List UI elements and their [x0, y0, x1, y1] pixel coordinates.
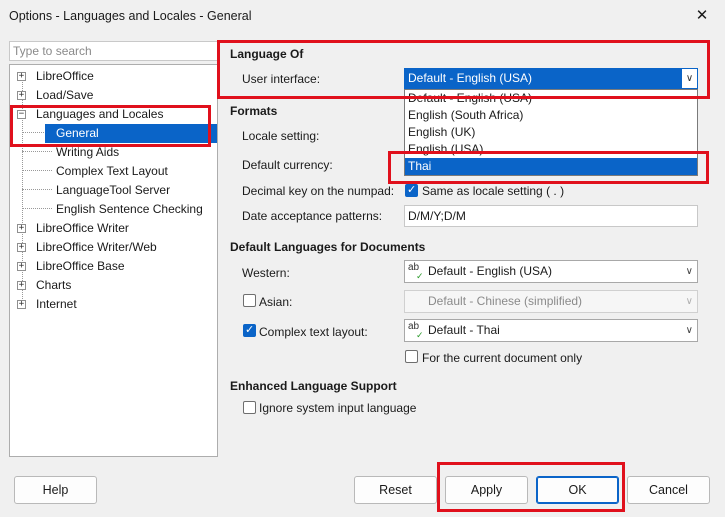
- tree-item-writing-aids[interactable]: Writing Aids: [10, 143, 217, 162]
- help-button[interactable]: Help: [14, 476, 97, 504]
- same-as-locale-checkbox[interactable]: [405, 183, 418, 197]
- tree-item-general[interactable]: General: [10, 124, 217, 143]
- tree-item-label: LibreOffice: [36, 69, 94, 83]
- date-patterns-label: Date acceptance patterns:: [242, 209, 383, 223]
- expand-icon[interactable]: +: [17, 224, 26, 233]
- asian-language-value: Default - Chinese (simplified): [428, 294, 583, 308]
- expand-icon[interactable]: +: [17, 243, 26, 252]
- locale-setting-label: Locale setting:: [242, 129, 320, 143]
- tree-item-label: English Sentence Checking: [56, 202, 203, 216]
- tree-item-english-sentence-checking[interactable]: English Sentence Checking: [10, 200, 217, 219]
- tree-item-languagetool-server[interactable]: LanguageTool Server: [10, 181, 217, 200]
- chevron-down-icon: ∨: [685, 296, 693, 307]
- expand-icon[interactable]: +: [17, 72, 26, 81]
- asian-language-select[interactable]: Default - Chinese (simplified) ∨: [404, 290, 698, 313]
- user-interface-label: User interface:: [242, 72, 321, 86]
- expand-icon[interactable]: +: [17, 262, 26, 271]
- tree-item-libreoffice-writer-web[interactable]: + LibreOffice Writer/Web: [10, 238, 217, 257]
- current-document-checkbox[interactable]: [405, 350, 418, 363]
- expand-icon[interactable]: +: [17, 91, 26, 100]
- western-label: Western:: [242, 266, 290, 280]
- complex-text-layout-label: Complex text layout:: [259, 325, 368, 339]
- tree-item-libreoffice-base[interactable]: + LibreOffice Base: [10, 257, 217, 276]
- current-document-label: For the current document only: [422, 351, 583, 365]
- cancel-button[interactable]: Cancel: [627, 476, 710, 504]
- tree-item-label: LibreOffice Writer/Web: [36, 240, 157, 254]
- chevron-down-icon: ∨: [685, 325, 693, 336]
- tree-item-label: LibreOffice Writer: [36, 221, 129, 235]
- tree-item-label: LibreOffice Base: [36, 259, 125, 273]
- tree-item-internet[interactable]: + Internet: [10, 295, 217, 314]
- asian-checkbox[interactable]: [243, 294, 256, 307]
- ignore-input-language-checkbox[interactable]: [243, 401, 256, 414]
- user-interface-value: Default - English (USA): [408, 71, 533, 85]
- reset-button[interactable]: Reset: [354, 476, 437, 504]
- close-icon: ✕: [695, 7, 709, 24]
- same-as-locale-label: Same as locale setting ( . ): [422, 184, 565, 198]
- title-bar: Options - Languages and Locales - Genera…: [0, 0, 725, 32]
- dropdown-option[interactable]: English (UK): [405, 124, 697, 141]
- tree-item-label: LanguageTool Server: [56, 183, 171, 197]
- formats-heading: Formats: [230, 104, 278, 118]
- tree-item-label: Load/Save: [36, 88, 94, 102]
- tree-item-label: Writing Aids: [56, 145, 120, 159]
- chevron-down-icon[interactable]: ∨: [681, 69, 697, 88]
- tree-item-languages-and-locales[interactable]: − Languages and Locales: [10, 105, 217, 124]
- apply-button[interactable]: Apply: [445, 476, 528, 504]
- user-interface-select[interactable]: Default - English (USA) ∨: [404, 68, 698, 89]
- close-button[interactable]: ✕: [679, 0, 725, 32]
- expand-icon[interactable]: +: [17, 300, 26, 309]
- tree-item-load-save[interactable]: + Load/Save: [10, 86, 217, 105]
- language-spellcheck-icon: ab ✓: [408, 262, 424, 281]
- ctl-language-value: Default - Thai: [428, 323, 500, 337]
- tree-item-complex-text-layout[interactable]: Complex Text Layout: [10, 162, 217, 181]
- date-patterns-input[interactable]: D/M/Y;D/M: [404, 205, 698, 227]
- tree-item-label: Languages and Locales: [36, 107, 164, 121]
- enhanced-support-heading: Enhanced Language Support: [230, 379, 397, 393]
- language-of-heading: Language Of: [230, 47, 304, 61]
- user-interface-dropdown: Default - English (USA) English (South A…: [404, 89, 698, 176]
- chevron-down-icon: ∨: [685, 266, 693, 277]
- options-tree: + LibreOffice + Load/Save − Languages an…: [9, 64, 218, 457]
- ignore-input-language-label: Ignore system input language: [259, 401, 417, 415]
- asian-label: Asian:: [259, 295, 293, 309]
- language-spellcheck-icon: ab ✓: [408, 321, 424, 340]
- default-languages-heading: Default Languages for Documents: [230, 240, 426, 254]
- western-language-select[interactable]: ab ✓ Default - English (USA) ∨: [404, 260, 698, 283]
- tree-item-charts[interactable]: + Charts: [10, 276, 217, 295]
- decimal-key-label: Decimal key on the numpad:: [242, 184, 395, 198]
- dropdown-option[interactable]: Default - English (USA): [405, 90, 697, 107]
- western-language-value: Default - English (USA): [428, 264, 553, 278]
- tree-item-label: Complex Text Layout: [56, 164, 168, 178]
- tree-item-libreoffice-writer[interactable]: + LibreOffice Writer: [10, 219, 217, 238]
- window-title: Options - Languages and Locales - Genera…: [9, 9, 252, 23]
- dropdown-option-highlighted[interactable]: Thai: [405, 158, 697, 175]
- complex-text-layout-checkbox[interactable]: [243, 323, 256, 337]
- ok-button[interactable]: OK: [536, 476, 619, 504]
- tree-item-libreoffice[interactable]: + LibreOffice: [10, 67, 217, 86]
- ctl-language-select[interactable]: ab ✓ Default - Thai ∨: [404, 319, 698, 342]
- default-currency-label: Default currency:: [242, 158, 333, 172]
- tree-item-label: General: [56, 126, 99, 140]
- collapse-icon[interactable]: −: [17, 110, 26, 119]
- dropdown-option[interactable]: English (South Africa): [405, 107, 697, 124]
- search-input[interactable]: [9, 41, 218, 61]
- tree-item-label: Internet: [36, 297, 77, 311]
- expand-icon[interactable]: +: [17, 281, 26, 290]
- dropdown-option[interactable]: English (USA): [405, 141, 697, 158]
- tree-item-label: Charts: [36, 278, 72, 292]
